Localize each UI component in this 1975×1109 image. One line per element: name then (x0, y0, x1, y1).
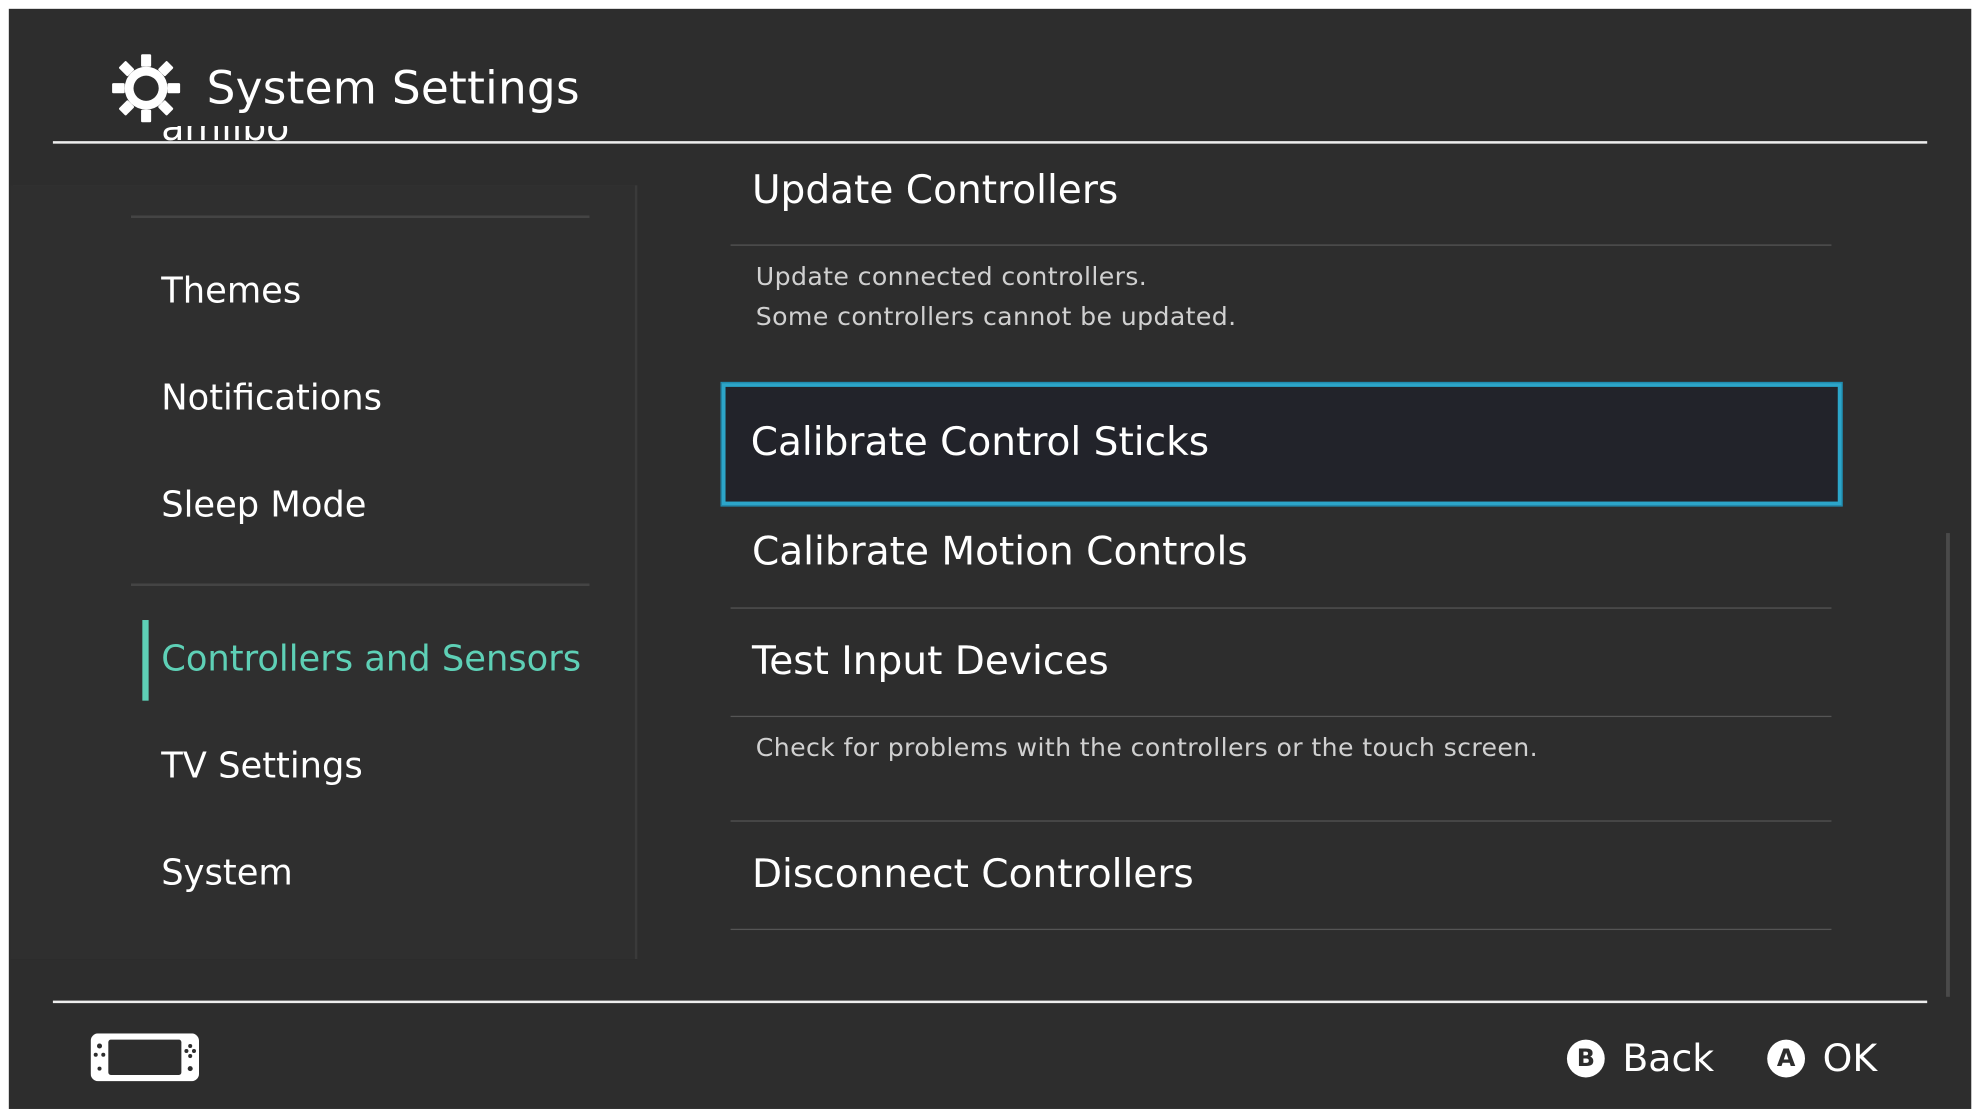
update-controllers-description: Update connected controllers. Some contr… (756, 256, 1237, 337)
menu-item-label: Test Input Devices (751, 638, 1109, 685)
sidebar-divider (130, 215, 590, 219)
active-indicator (142, 620, 149, 701)
sidebar-item-sleep-mode[interactable]: Sleep Mode (161, 484, 366, 526)
header-divider (52, 141, 1928, 144)
test-input-devices-description: Check for problems with the controllers … (756, 727, 1538, 767)
list-divider (730, 244, 1832, 246)
menu-item-label: Calibrate Motion Controls (751, 529, 1248, 575)
menu-item-update-controllers[interactable]: Update Controllers (731, 168, 1832, 218)
handheld-console-icon (90, 1033, 200, 1082)
menu-item-label: Calibrate Control Sticks (750, 419, 1210, 466)
scrollbar[interactable] (1946, 533, 1950, 997)
footer-divider (52, 1000, 1928, 1004)
sidebar-item-notifications[interactable]: Notifications (161, 377, 382, 419)
b-button-icon: B (1566, 1039, 1605, 1078)
description-line: Update connected controllers. (755, 260, 1148, 292)
sidebar (10, 185, 635, 960)
sidebar-item-tv-settings[interactable]: TV Settings (161, 745, 363, 787)
sidebar-item-themes[interactable]: Themes (161, 270, 301, 312)
list-divider (730, 715, 1832, 718)
menu-item-disconnect-controllers[interactable]: Disconnect Controllers (731, 852, 1832, 902)
list-divider (730, 820, 1832, 822)
menu-item-label: Disconnect Controllers (751, 851, 1194, 898)
menu-item-label: Update Controllers (751, 167, 1119, 213)
screenshot-root: System Settings amiibo Themes Notificati… (0, 0, 1975, 1109)
menu-item-calibrate-motion-controls[interactable]: Calibrate Motion Controls (731, 529, 1832, 579)
page-header: System Settings (108, 48, 580, 129)
list-divider (730, 928, 1832, 931)
sidebar-item-amiibo-clipped[interactable]: amiibo (161, 126, 289, 154)
list-divider (730, 607, 1832, 609)
ok-button[interactable]: A OK (1767, 1036, 1877, 1081)
sidebar-item-controllers-and-sensors[interactable]: Controllers and Sensors (161, 638, 581, 680)
description-line: Some controllers cannot be updated. (755, 301, 1237, 332)
description-line: Check for problems with the controllers … (755, 732, 1539, 763)
gear-icon (112, 54, 181, 123)
sidebar-divider (130, 583, 590, 586)
menu-item-test-input-devices[interactable]: Test Input Devices (731, 639, 1832, 689)
switch-screen: System Settings amiibo Themes Notificati… (0, 0, 1975, 1109)
menu-item-calibrate-control-sticks[interactable]: Calibrate Control Sticks (721, 383, 1842, 506)
back-button[interactable]: B Back (1566, 1036, 1715, 1081)
ok-label: OK (1822, 1036, 1878, 1081)
back-label: Back (1622, 1036, 1715, 1081)
page-title: System Settings (206, 62, 580, 115)
a-button-icon: A (1767, 1039, 1806, 1078)
sidebar-item-system[interactable]: System (161, 852, 293, 894)
